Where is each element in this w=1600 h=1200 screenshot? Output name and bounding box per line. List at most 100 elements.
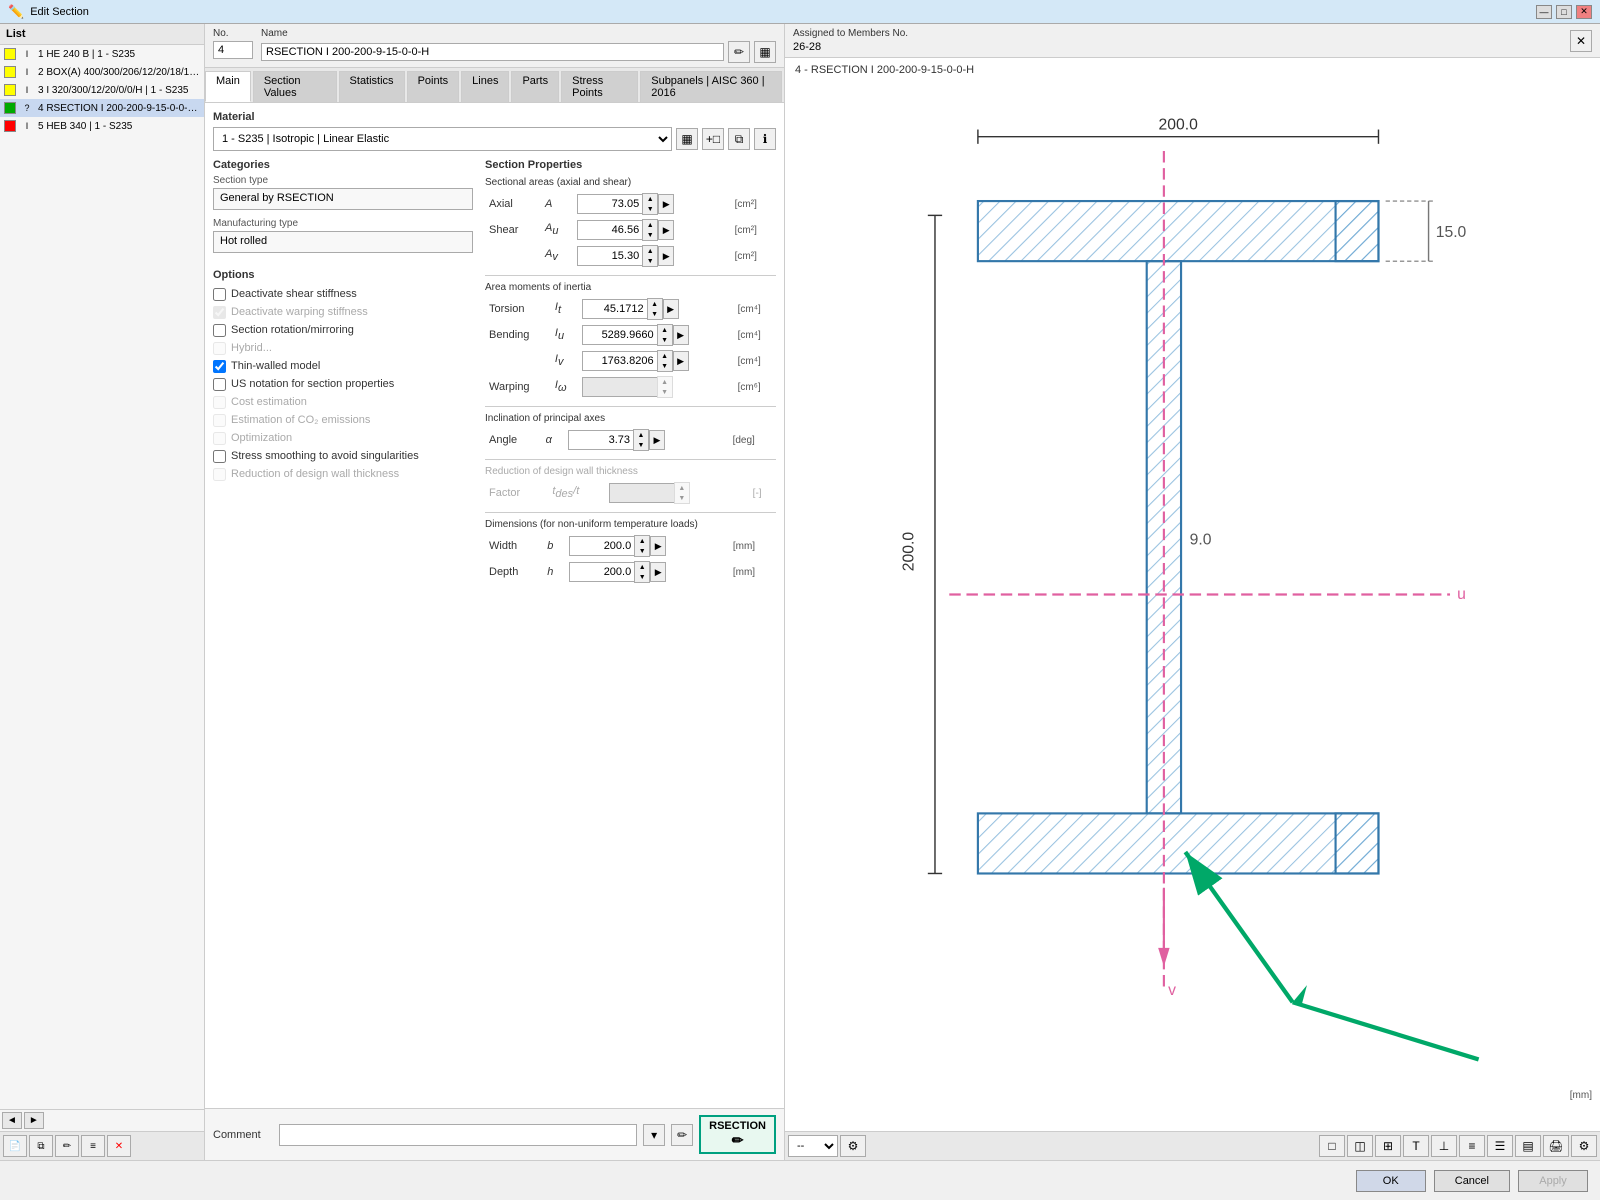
- axial-up-btn[interactable]: ▲: [643, 194, 657, 204]
- option-checkbox-4[interactable]: [213, 360, 226, 373]
- comment-input[interactable]: [279, 1124, 637, 1146]
- torsion-input[interactable]: [582, 299, 647, 319]
- ok-button[interactable]: OK: [1356, 1170, 1426, 1192]
- torsion-arrow-btn[interactable]: ▶: [663, 299, 679, 319]
- toolbar-btn-8[interactable]: ▤: [1515, 1135, 1541, 1157]
- width-arrow-btn[interactable]: ▶: [650, 536, 666, 556]
- no-input[interactable]: [213, 41, 253, 59]
- shear2-up-btn[interactable]: ▲: [643, 246, 657, 256]
- props-section-button[interactable]: ≡: [81, 1135, 105, 1157]
- tab-lines[interactable]: Lines: [461, 71, 509, 102]
- angle-input[interactable]: [568, 430, 633, 450]
- tab-section-values[interactable]: Section Values: [253, 71, 337, 102]
- bending2-arrow-btn[interactable]: ▶: [673, 351, 689, 371]
- maximize-button[interactable]: □: [1556, 5, 1572, 19]
- copy-section-button[interactable]: ⧉: [29, 1135, 53, 1157]
- depth-down-btn[interactable]: ▼: [635, 572, 649, 582]
- torsion-up-btn[interactable]: ▲: [648, 299, 662, 309]
- list-item-4[interactable]: ?4 RSECTION I 200-200-9-15-0-0-H | 1 - S…: [0, 99, 204, 117]
- toolbar-btn-1[interactable]: □: [1319, 1135, 1345, 1157]
- tab-statistics[interactable]: Statistics: [339, 71, 405, 102]
- bending2-input[interactable]: [582, 351, 657, 371]
- delete-section-button[interactable]: ✕: [107, 1135, 131, 1157]
- option-checkbox-2[interactable]: [213, 324, 226, 337]
- section-drawing-svg: 200.0 200.0: [785, 58, 1600, 1131]
- view-dropdown[interactable]: --: [788, 1135, 838, 1157]
- shear1-up-btn[interactable]: ▲: [643, 220, 657, 230]
- width-input[interactable]: [569, 536, 634, 556]
- tab-main[interactable]: Main: [205, 71, 251, 102]
- tab-parts[interactable]: Parts: [511, 71, 559, 102]
- view-props-btn[interactable]: ⚙: [840, 1135, 866, 1157]
- bending1-arrow-btn[interactable]: ▶: [673, 325, 689, 345]
- depth-input[interactable]: [569, 562, 634, 582]
- tab-points[interactable]: Points: [407, 71, 460, 102]
- angle-down-btn[interactable]: ▼: [634, 440, 648, 450]
- angle-up-btn[interactable]: ▲: [634, 430, 648, 440]
- shear2-input[interactable]: [577, 246, 642, 266]
- toolbar-btn-5[interactable]: ⊥: [1431, 1135, 1457, 1157]
- bending1-up-btn[interactable]: ▲: [658, 325, 672, 335]
- angle-arrow-btn[interactable]: ▶: [649, 430, 665, 450]
- assigned-action-btn[interactable]: ✕: [1570, 30, 1592, 52]
- apply-button[interactable]: Apply: [1518, 1170, 1588, 1192]
- nav-prev-button[interactable]: ◄: [2, 1112, 22, 1129]
- option-checkbox-0[interactable]: [213, 288, 226, 301]
- name-field-group: Name ✏ ▦: [261, 28, 776, 63]
- axial-down-btn[interactable]: ▼: [643, 204, 657, 214]
- material-copy-button[interactable]: ⧉: [728, 128, 750, 150]
- name-info-button[interactable]: ▦: [754, 41, 776, 63]
- rsection-button[interactable]: RSECTION ✏: [699, 1115, 776, 1154]
- toolbar-btn-3[interactable]: ⊞: [1375, 1135, 1401, 1157]
- axial-input[interactable]: [577, 194, 642, 214]
- depth-up-btn[interactable]: ▲: [635, 562, 649, 572]
- axial-arrow-btn[interactable]: ▶: [658, 194, 674, 214]
- toolbar-btn-7[interactable]: ☰: [1487, 1135, 1513, 1157]
- shear2-down-btn[interactable]: ▼: [643, 256, 657, 266]
- material-select[interactable]: 1 - S235 | Isotropic | Linear Elastic: [213, 127, 672, 151]
- list-item-5[interactable]: I5 HEB 340 | 1 - S235: [0, 117, 204, 135]
- depth-arrow-btn[interactable]: ▶: [650, 562, 666, 582]
- minimize-button[interactable]: —: [1536, 5, 1552, 19]
- comment-dropdown-btn[interactable]: ▾: [643, 1124, 665, 1146]
- shear1-arrow-btn[interactable]: ▶: [658, 220, 674, 240]
- option-checkbox-9[interactable]: [213, 450, 226, 463]
- bending2-down-btn[interactable]: ▼: [658, 361, 672, 371]
- width-down-btn[interactable]: ▼: [635, 546, 649, 556]
- tab-subpanels[interactable]: Subpanels | AISC 360 | 2016: [640, 71, 782, 102]
- list-item-2[interactable]: I2 BOX(A) 400/300/206/12/20/18/182/0/0 |: [0, 63, 204, 81]
- shear1-down-btn[interactable]: ▼: [643, 230, 657, 240]
- bending2-up-btn[interactable]: ▲: [658, 351, 672, 361]
- material-info-button[interactable]: ℹ: [754, 128, 776, 150]
- factor-input-cell: ▲ ▼: [605, 480, 749, 506]
- toolbar-btn-9[interactable]: 🖨: [1543, 1135, 1569, 1157]
- list-item-1[interactable]: I1 HE 240 B | 1 - S235: [0, 45, 204, 63]
- new-section-button[interactable]: 📄: [3, 1135, 27, 1157]
- toolbar-btn-10[interactable]: ⚙: [1571, 1135, 1597, 1157]
- cancel-button[interactable]: Cancel: [1434, 1170, 1510, 1192]
- bending1-down-btn[interactable]: ▼: [658, 335, 672, 345]
- tab-stress-points[interactable]: Stress Points: [561, 71, 638, 102]
- name-input[interactable]: [261, 43, 724, 61]
- shear1-input[interactable]: [577, 220, 642, 240]
- shear2-arrow-btn[interactable]: ▶: [658, 246, 674, 266]
- angle-name: α: [542, 427, 564, 453]
- width-up-btn[interactable]: ▲: [635, 536, 649, 546]
- comment-edit-btn[interactable]: ✏: [671, 1124, 693, 1146]
- list-item-3[interactable]: I3 I 320/300/12/20/0/0/H | 1 - S235: [0, 81, 204, 99]
- option-checkbox-5[interactable]: [213, 378, 226, 391]
- toolbar-btn-4[interactable]: T: [1403, 1135, 1429, 1157]
- edit-section-button[interactable]: ✏: [55, 1135, 79, 1157]
- toolbar-btn-6[interactable]: ≡: [1459, 1135, 1485, 1157]
- warping-input[interactable]: [582, 377, 657, 397]
- bending1-input[interactable]: [582, 325, 657, 345]
- torsion-down-btn[interactable]: ▼: [648, 309, 662, 319]
- toolbar-btn-2[interactable]: ◫: [1347, 1135, 1373, 1157]
- close-button[interactable]: ✕: [1576, 5, 1592, 19]
- nav-next-button[interactable]: ►: [24, 1112, 44, 1129]
- material-add-button[interactable]: +□: [702, 128, 724, 150]
- material-table-button[interactable]: ▦: [676, 128, 698, 150]
- app-icon: ✏️: [8, 4, 24, 20]
- name-edit-button[interactable]: ✏: [728, 41, 750, 63]
- two-columns: Categories Section type General by RSECT…: [213, 159, 776, 585]
